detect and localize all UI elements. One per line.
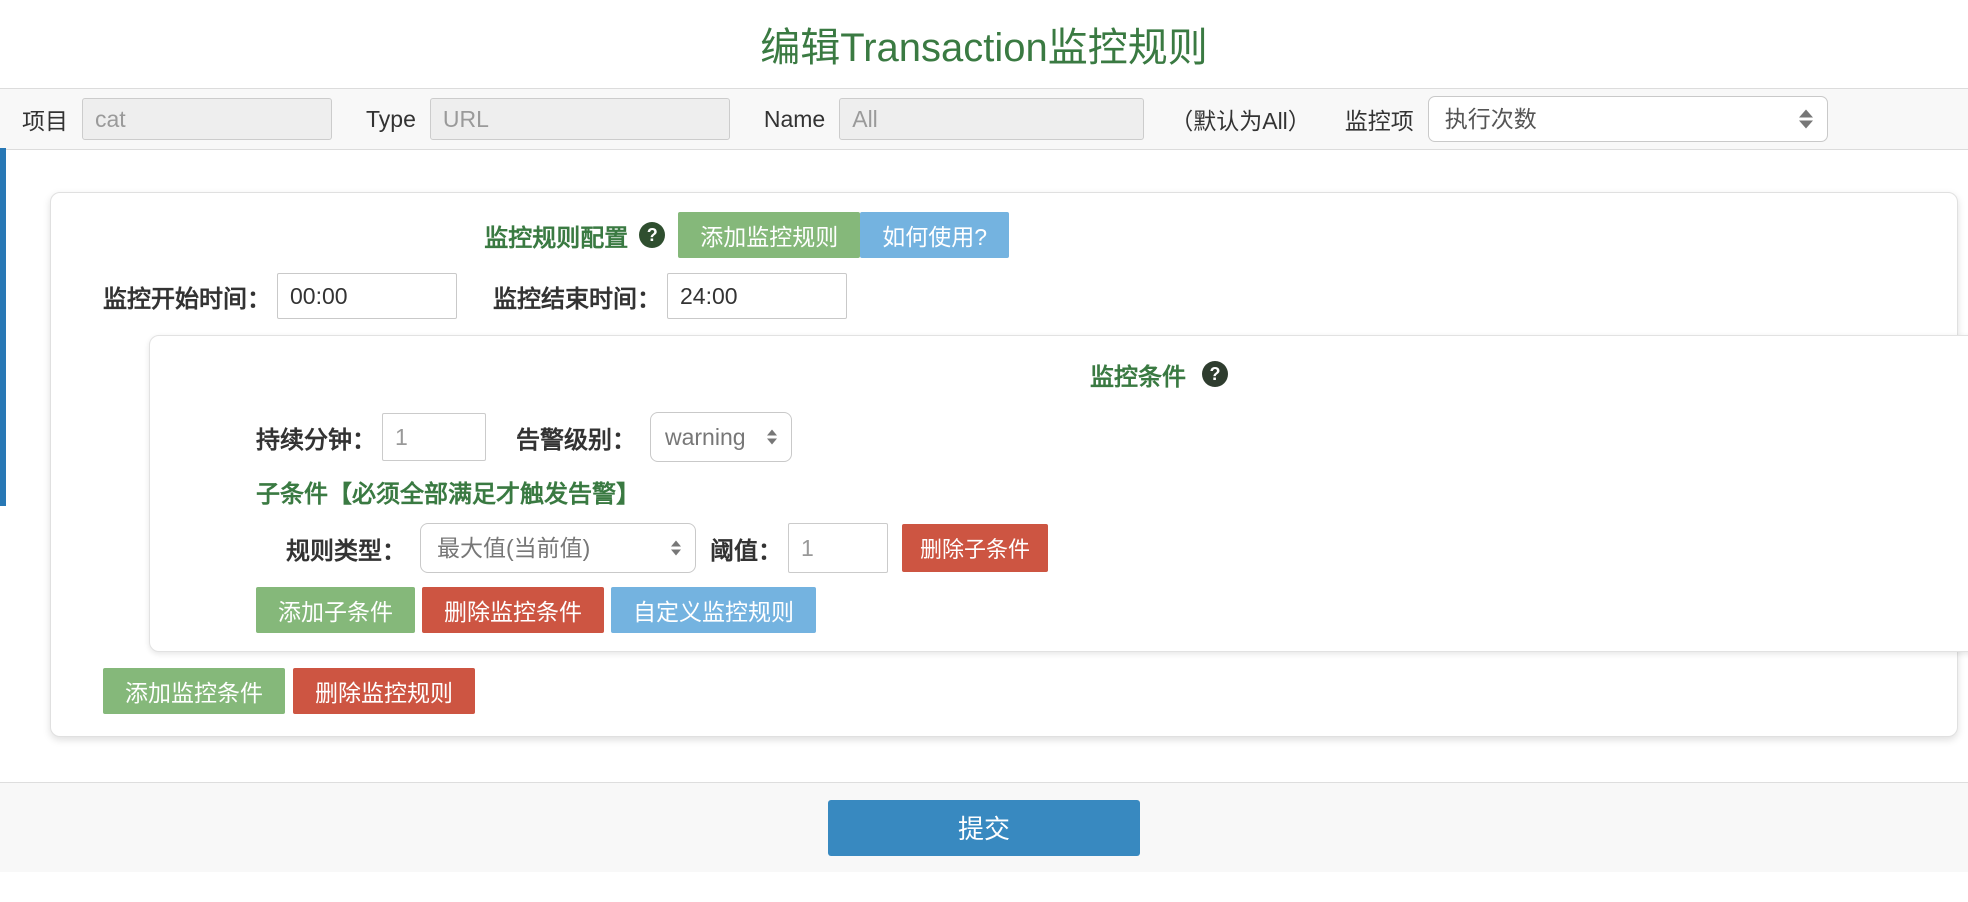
custom-monitor-rule-button[interactable]: 自定义监控规则 xyxy=(611,587,816,633)
submit-button[interactable]: 提交 xyxy=(828,800,1140,856)
alert-level-select-value: warning xyxy=(665,424,746,450)
threshold-label: 阈值： xyxy=(710,531,782,566)
monitor-condition-card: 监控条件 ? 持续分钟： 1 告警级别： warning 子条件【必须全部满足才… xyxy=(149,335,1968,652)
start-time-label: 监控开始时间： xyxy=(103,279,271,314)
alert-level-select[interactable]: warning xyxy=(650,412,792,462)
rule-config-title: 监控规则配置 xyxy=(484,218,628,253)
name-input[interactable]: All xyxy=(839,98,1144,140)
delete-monitor-rule-button[interactable]: 删除监控规则 xyxy=(293,668,475,714)
filter-bar: 项目 cat Type URL Name All （默认为All） 监控项 执行… xyxy=(0,88,1968,150)
rule-type-select-value: 最大值(当前值) xyxy=(437,535,590,561)
subcondition-title: 子条件【必须全部满足才触发告警】 xyxy=(150,474,1968,509)
monitor-item-select[interactable]: 执行次数 xyxy=(1428,96,1828,142)
chevron-updown-icon xyxy=(671,541,681,556)
monitor-condition-title: 监控条件 xyxy=(1090,357,1186,392)
subcondition-row: 规则类型： 最大值(当前值) 阈值： 1 删除子条件 xyxy=(150,523,1968,573)
question-circle-icon[interactable]: ? xyxy=(639,222,665,248)
delete-monitor-condition-button[interactable]: 删除监控条件 xyxy=(422,587,604,633)
left-accent-bar xyxy=(0,148,6,506)
type-input[interactable]: URL xyxy=(430,98,730,140)
time-range-row: 监控开始时间： 00:00 监控结束时间： 24:00 xyxy=(51,273,1957,319)
condition-button-row: 添加子条件 删除监控条件 自定义监控规则 xyxy=(150,587,1968,633)
end-time-label: 监控结束时间： xyxy=(493,279,661,314)
question-circle-icon[interactable]: ? xyxy=(1202,361,1228,387)
name-label: Name xyxy=(764,106,825,133)
how-to-use-button[interactable]: 如何使用? xyxy=(860,212,1009,258)
project-label: 项目 xyxy=(22,102,68,136)
rule-type-label: 规则类型： xyxy=(286,531,406,566)
end-time-input[interactable]: 24:00 xyxy=(667,273,847,319)
type-label: Type xyxy=(366,106,416,133)
rule-card-header: 监控规则配置 ? 添加监控规则 如何使用? xyxy=(51,211,1957,259)
add-subcondition-button[interactable]: 添加子条件 xyxy=(256,587,415,633)
monitor-item-select-value: 执行次数 xyxy=(1445,106,1537,132)
default-note: （默认为All） xyxy=(1170,102,1311,136)
threshold-input[interactable]: 1 xyxy=(788,523,888,573)
footer-bar: 提交 xyxy=(0,782,1968,872)
duration-minutes-label: 持续分钟： xyxy=(256,420,376,455)
add-monitor-rule-button[interactable]: 添加监控规则 xyxy=(678,212,860,258)
duration-level-row: 持续分钟： 1 告警级别： warning xyxy=(150,412,1968,462)
project-input[interactable]: cat xyxy=(82,98,332,140)
page-title: 编辑Transaction监控规则 xyxy=(760,15,1208,73)
start-time-input[interactable]: 00:00 xyxy=(277,273,457,319)
duration-minutes-input[interactable]: 1 xyxy=(382,413,486,461)
title-bar: 编辑Transaction监控规则 xyxy=(0,0,1968,88)
chevron-updown-icon xyxy=(767,430,777,445)
rule-type-select[interactable]: 最大值(当前值) xyxy=(420,523,696,573)
monitor-rule-card: 监控规则配置 ? 添加监控规则 如何使用? 监控开始时间： 00:00 监控结束… xyxy=(50,192,1958,737)
app-root: 编辑Transaction监控规则 项目 cat Type URL Name A… xyxy=(0,0,1968,902)
monitor-item-label: 监控项 xyxy=(1345,102,1414,136)
alert-level-label: 告警级别： xyxy=(516,420,636,455)
rule-button-row: 添加监控条件 删除监控规则 xyxy=(51,668,1957,714)
condition-card-header: 监控条件 ? xyxy=(150,352,1968,396)
add-monitor-condition-button[interactable]: 添加监控条件 xyxy=(103,668,285,714)
delete-subcondition-button[interactable]: 删除子条件 xyxy=(902,524,1048,572)
chevron-updown-icon xyxy=(1799,110,1813,129)
